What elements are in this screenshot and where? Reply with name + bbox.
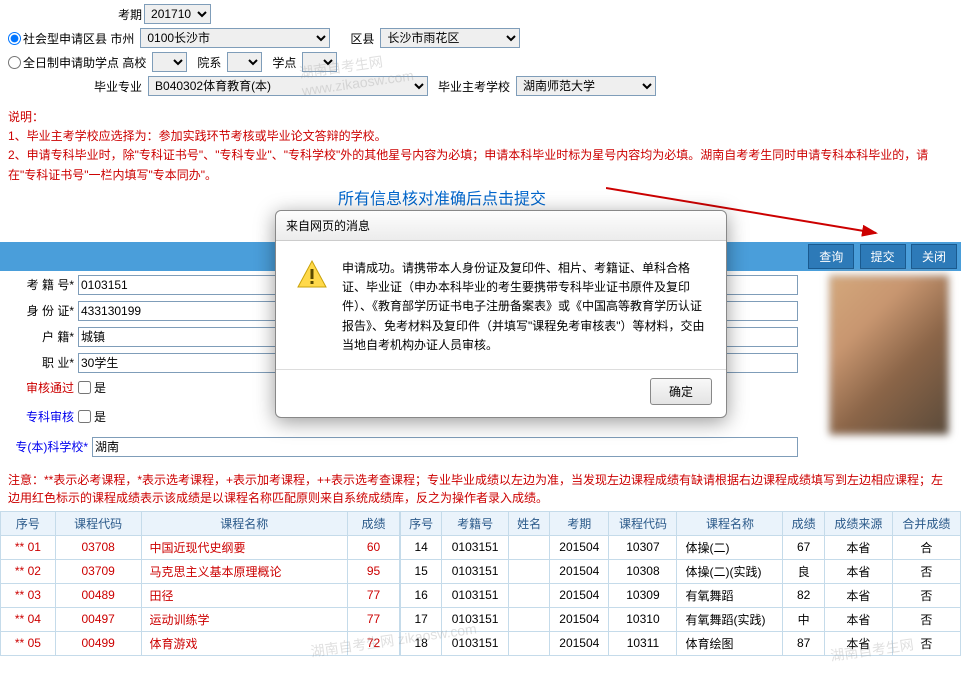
query-button[interactable]: 查询	[808, 244, 854, 269]
col-header: 序号	[1, 511, 56, 535]
col-header: 合并成绩	[892, 511, 960, 535]
instr-heading: 说明：	[8, 108, 953, 127]
col-header: 成绩	[347, 511, 399, 535]
dept-label: 院系	[197, 54, 221, 71]
table-row[interactable]: 16010315120150410309有氧舞蹈82本省否	[401, 583, 961, 607]
col-header: 考期	[550, 511, 609, 535]
submit-button[interactable]: 提交	[860, 244, 906, 269]
col-header: 成绩	[783, 511, 824, 535]
right-table: 序号考籍号姓名考期课程代码课程名称成绩成绩来源合并成绩 140103151201…	[400, 511, 961, 656]
zbk-school-input[interactable]	[92, 437, 798, 457]
blue-hint-1: 所有信息核对准确后点击提交	[8, 187, 953, 213]
dialog-ok-button[interactable]: 确定	[650, 378, 712, 405]
host-school-label: 毕业主考学校	[438, 78, 510, 95]
huji-label: 户 籍*	[8, 328, 78, 345]
col-header: 姓名	[508, 511, 549, 535]
exam-period-select[interactable]: 201710	[144, 4, 211, 24]
table-row[interactable]: ** 0103708中国近现代史纲要60	[1, 535, 400, 559]
table-row[interactable]: 14010315120150410307体操(二)67本省合	[401, 535, 961, 559]
dialog-title: 来自网页的消息	[276, 211, 726, 241]
left-table: 序号课程代码课程名称成绩 ** 0103708中国近现代史纲要60** 0203…	[0, 511, 400, 656]
exam-period-label: 考期	[118, 6, 142, 23]
zbk-school-label: 专(本)科学校*	[8, 438, 92, 455]
close-button[interactable]: 关闭	[911, 244, 957, 269]
table-row[interactable]: 18010315120150410311体育绘图87本省否	[401, 631, 961, 655]
col-header: 课程名称	[141, 511, 347, 535]
audit-check[interactable]	[78, 381, 91, 394]
major-select[interactable]: B040302体育教育(本)	[148, 76, 428, 96]
zk-audit-value: 是	[94, 408, 106, 425]
instr-line2: 2、申请专科毕业时，除"专科证书号"、"专科专业"、"专科学校"外的其他星号内容…	[8, 146, 953, 184]
table-row[interactable]: ** 0500499体育游戏72	[1, 631, 400, 655]
city-select[interactable]: 0100长沙市	[140, 28, 330, 48]
zk-audit-label: 专科审核	[8, 408, 78, 425]
job-label: 职 业*	[8, 354, 78, 371]
zk-audit-check[interactable]	[78, 410, 91, 423]
audit-value: 是	[94, 379, 106, 396]
message-dialog: 来自网页的消息 申请成功。请携带本人身份证及复印件、相片、考籍证、单科合格证、毕…	[275, 210, 727, 418]
instr-line1: 1、毕业主考学校应选择为：参加实践环节考核或毕业论文答辩的学校。	[8, 127, 953, 146]
col-header: 序号	[401, 511, 442, 535]
social-radio-label: 社会型申请区县 市州	[23, 30, 134, 47]
district-label: 区县	[350, 30, 374, 47]
col-header: 课程代码	[609, 511, 677, 535]
table-row[interactable]: 17010315120150410310有氧舞蹈(实践)中本省否	[401, 607, 961, 631]
school-select[interactable]	[152, 52, 187, 72]
site-select[interactable]	[302, 52, 337, 72]
table-row[interactable]: ** 0203709马克思主义基本原理概论95	[1, 559, 400, 583]
warning-icon	[296, 259, 328, 291]
fulltime-radio-label: 全日制申请助学点 高校	[23, 54, 146, 71]
exam-id-label: 考 籍 号*	[8, 276, 78, 293]
student-photo	[829, 275, 949, 435]
col-header: 课程代码	[55, 511, 141, 535]
audit-label: 审核通过	[8, 379, 78, 396]
top-form: 考期 201710 社会型申请区县 市州 0100长沙市 区县 长沙市雨花区 全…	[0, 0, 961, 104]
fulltime-radio[interactable]	[8, 56, 21, 69]
id-label: 身 份 证*	[8, 302, 78, 319]
col-header: 考籍号	[442, 511, 509, 535]
dept-select[interactable]	[227, 52, 262, 72]
table-row[interactable]: ** 0300489田径77	[1, 583, 400, 607]
tables: 序号课程代码课程名称成绩 ** 0103708中国近现代史纲要60** 0203…	[0, 511, 961, 656]
col-header: 课程名称	[677, 511, 783, 535]
major-label: 毕业专业	[94, 78, 142, 95]
col-header: 成绩来源	[824, 511, 892, 535]
note2: 注意：**表示必考课程，*表示选考课程，+表示加考课程，++表示选考查课程；专业…	[0, 467, 961, 511]
dialog-text: 申请成功。请携带本人身份证及复印件、相片、考籍证、单科合格证、毕业证（申办本科毕…	[342, 259, 706, 355]
district-select[interactable]: 长沙市雨花区	[380, 28, 520, 48]
site-label: 学点	[272, 54, 296, 71]
social-radio[interactable]	[8, 32, 21, 45]
host-school-select[interactable]: 湖南师范大学	[516, 76, 656, 96]
table-row[interactable]: 15010315120150410308体操(二)(实践)良本省否	[401, 559, 961, 583]
table-row[interactable]: ** 0400497运动训练学77	[1, 607, 400, 631]
